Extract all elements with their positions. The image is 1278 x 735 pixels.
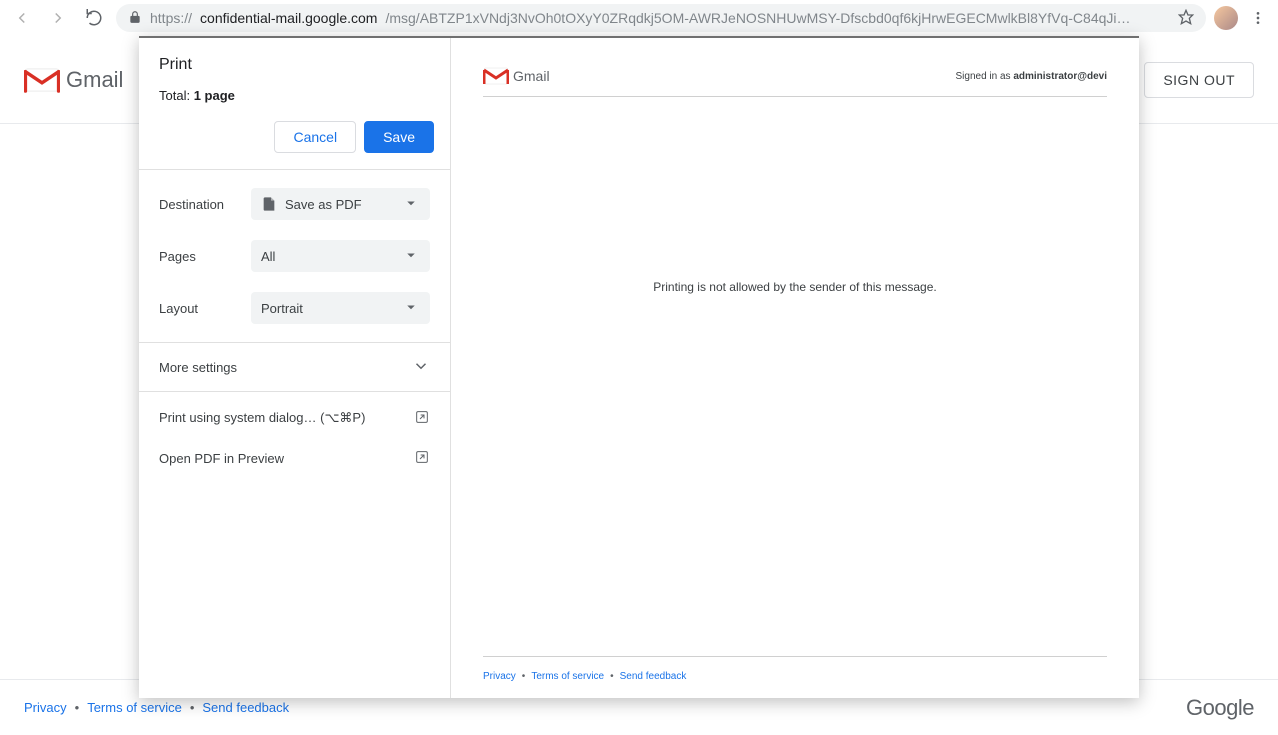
preview-terms-link[interactable]: Terms of service	[531, 671, 604, 682]
chevron-down-icon	[402, 246, 420, 267]
pages-label: Pages	[159, 249, 239, 264]
more-settings-toggle[interactable]: More settings	[139, 343, 450, 391]
cancel-button[interactable]: Cancel	[274, 121, 356, 153]
chevron-down-icon	[412, 357, 430, 378]
destination-label: Destination	[159, 197, 239, 212]
open-pdf-preview-link[interactable]: Open PDF in Preview	[159, 438, 430, 478]
address-bar[interactable]: https:// confidential-mail.google.com/msg…	[116, 4, 1206, 32]
browser-toolbar: https:// confidential-mail.google.com/msg…	[0, 0, 1278, 36]
chevron-down-icon	[402, 298, 420, 319]
browser-menu-button[interactable]	[1246, 6, 1270, 30]
gmail-icon	[483, 66, 509, 86]
preview-privacy-link[interactable]: Privacy	[483, 671, 516, 682]
print-dialog-title: Print	[159, 56, 434, 74]
print-settings-panel: Print Total: 1 page Cancel Save Destinat…	[139, 38, 451, 698]
destination-select[interactable]: Save as PDF	[251, 188, 430, 220]
preview-blocked-message: Printing is not allowed by the sender of…	[653, 280, 937, 294]
layout-value: Portrait	[261, 301, 303, 316]
lock-icon	[128, 10, 142, 27]
print-dialog-overlay: Print Total: 1 page Cancel Save Destinat…	[0, 36, 1278, 735]
preview-footer: Privacy • Terms of service • Send feedba…	[483, 656, 1107, 682]
print-preview: Gmail Signed in as administrator@devi Pr…	[451, 38, 1139, 698]
destination-value: Save as PDF	[285, 197, 362, 212]
system-print-dialog-link[interactable]: Print using system dialog… (⌥⌘P)	[159, 398, 430, 438]
url-host: confidential-mail.google.com	[200, 10, 377, 26]
external-link-icon	[414, 409, 430, 428]
pages-value: All	[261, 249, 275, 264]
save-button[interactable]: Save	[364, 121, 434, 153]
back-button[interactable]	[8, 4, 36, 32]
url-scheme: https://	[150, 10, 192, 26]
external-link-icon	[414, 449, 430, 468]
preview-gmail-logo: Gmail	[483, 66, 550, 86]
bookmark-star-icon[interactable]	[1178, 9, 1194, 28]
print-total: Total: 1 page	[159, 88, 434, 103]
chevron-down-icon	[402, 194, 420, 215]
print-dialog: Print Total: 1 page Cancel Save Destinat…	[139, 36, 1139, 698]
pages-select[interactable]: All	[251, 240, 430, 272]
layout-label: Layout	[159, 301, 239, 316]
forward-button[interactable]	[44, 4, 72, 32]
url-path: /msg/ABTZP1xVNdj3NvOh0tOXyY0ZRqdkj5OM-AW…	[385, 10, 1130, 26]
pdf-file-icon	[261, 196, 277, 212]
preview-signed-in: Signed in as administrator@devi	[956, 71, 1108, 82]
profile-avatar[interactable]	[1214, 6, 1238, 30]
layout-select[interactable]: Portrait	[251, 292, 430, 324]
preview-feedback-link[interactable]: Send feedback	[620, 671, 687, 682]
preview-gmail-word: Gmail	[513, 68, 550, 84]
reload-button[interactable]	[80, 4, 108, 32]
